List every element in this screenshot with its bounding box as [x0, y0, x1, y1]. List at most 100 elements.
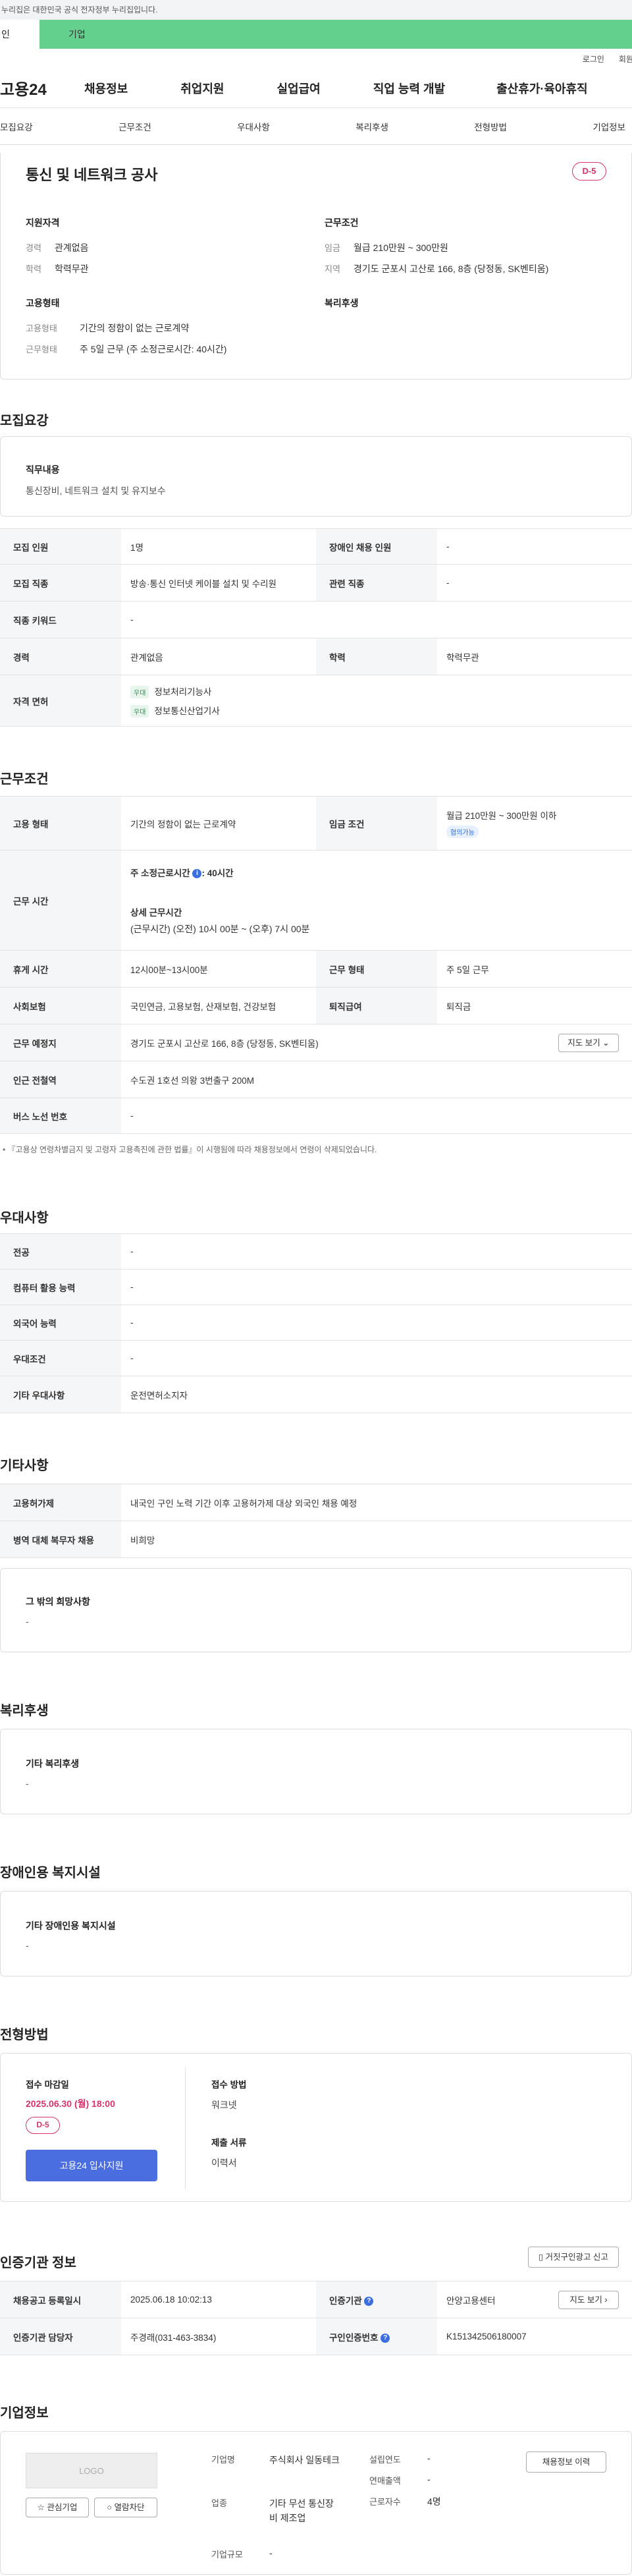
snb-recruit[interactable]: 모집요강: [0, 120, 33, 133]
worktype-label: 근무형태: [26, 345, 57, 354]
other-wishes-box: 그 밖의 희망사항 -: [0, 1568, 632, 1652]
bus-value: -: [121, 1098, 632, 1134]
gnb-item-support[interactable]: 취업지원: [180, 80, 224, 97]
keyword-value: -: [121, 601, 632, 638]
preferred-tag: 우대: [130, 685, 149, 698]
method-label: 접수 방법: [211, 2080, 247, 2090]
sales-value: -: [427, 2474, 431, 2484]
gnb-item-unemployment[interactable]: 실업급여: [277, 80, 321, 97]
org-text: 안양고용센터: [446, 2295, 496, 2306]
site-logo[interactable]: 고용24: [0, 76, 84, 99]
language-label: 외국어 능력: [0, 1304, 121, 1341]
computer-value: -: [121, 1269, 632, 1305]
location-label: 지역: [325, 264, 340, 274]
conditions-table: 고용 형태 기간의 정함이 없는 근로계약 임금 조건 월급 210만원 ~ 3…: [0, 796, 632, 1134]
place-label: 근무 예정지: [0, 1024, 121, 1061]
snb-conditions[interactable]: 근무조건: [118, 120, 151, 133]
bus-label: 버스 노선 번호: [0, 1098, 121, 1134]
preference-table: 전공 - 컴퓨터 활용 능력 - 외국어 능력 - 우대조건 - 기타 우대사항 운전면허…: [0, 1233, 632, 1413]
block-button[interactable]: ○ 열람차단: [94, 2498, 157, 2517]
agency-map-button[interactable]: 지도 보기 ›: [558, 2291, 619, 2309]
hours-label: 근무 시간: [0, 850, 121, 951]
disabled-fac-section-title: 장애인용 복지시설: [0, 1866, 101, 1880]
license-value: 우대 정보처리기능사 우대 정보통신산업기사: [121, 675, 632, 727]
info-icon[interactable]: ?: [364, 2296, 374, 2306]
report-button[interactable]: ▯ 거짓구인광고 신고: [528, 2247, 619, 2268]
qualification-title: 지원자격: [26, 217, 60, 228]
snb-process[interactable]: 전형방법: [474, 120, 507, 133]
cert-id-value: K151342506180007: [437, 2318, 632, 2355]
weekly-hours-value: : 40시간: [201, 868, 234, 878]
conditions-section-title: 근무조건: [0, 772, 49, 787]
welfare-title: 복리후생: [325, 298, 359, 308]
org-value: 안양고용센터 지도 보기 ›: [437, 2281, 632, 2318]
edu-label: 학력: [316, 638, 437, 675]
join-link[interactable]: 회원: [619, 53, 632, 65]
negotiable-tag: 협의가능: [446, 826, 479, 838]
employ-title: 고용형태: [26, 298, 60, 308]
job-content-title: 직무내용: [26, 464, 60, 475]
welfare-box-value: -: [26, 1778, 29, 1789]
manager-value: 주경래(031-463-3834): [121, 2318, 316, 2355]
scale-label: 기업규모: [211, 2550, 243, 2560]
favorite-button[interactable]: ☆ 관심기업: [26, 2498, 89, 2517]
disabled-fac-box: 기타 장애인용 복지시설 -: [0, 1891, 632, 1976]
info-icon[interactable]: i: [192, 868, 202, 878]
hire-permit-label: 고용허가제: [0, 1484, 121, 1521]
license-item: 정보처리기능사: [154, 686, 212, 697]
info-icon[interactable]: ?: [381, 2333, 390, 2343]
login-link[interactable]: 로그인: [583, 53, 604, 65]
gnb-item-parental[interactable]: 출산휴가·육아휴직: [496, 80, 587, 97]
place-text: 경기도 군포시 고산로 166, 8층 (당정동, SK벤티움): [130, 1038, 319, 1049]
license-item: 정보통신산업기사: [154, 706, 220, 716]
map-button[interactable]: 지도 보기 ⌄: [558, 1034, 619, 1052]
cert-id-label: 구인인증번호 ?: [316, 2318, 437, 2355]
insurance-label: 사회보험: [0, 987, 121, 1024]
age-notice-text: 『고용상 연령차별금지 및 고령자 고용촉진에 관한 법률』이 시행됨에 따라 …: [7, 1145, 377, 1154]
summary-card: 통신 및 네트워크 공사 D-5 지원자격 경력 관계없음 학력 학력무관 근무…: [0, 153, 632, 379]
exp-label: 경력: [0, 638, 121, 675]
agency-table: 채용공고 등록일시 2025.06.18 10:02:13 인증기관 ? 안양고…: [0, 2281, 632, 2355]
agency-section-title: 인증기관 정보: [0, 2256, 76, 2270]
other-wishes-value: -: [26, 1616, 29, 1627]
etc-section-title: 기타사항: [0, 1459, 49, 1473]
deadline-value: 2025.06.30 (월) 18:00: [26, 2098, 115, 2109]
location-value: 경기도 군포시 고산로 166, 8층 (당정동, SK벤티움): [354, 264, 549, 274]
employ-label: 고용형태: [26, 323, 57, 333]
block-icon: ○: [107, 2503, 113, 2512]
org-label-text: 인증기관: [329, 2295, 362, 2306]
keyword-label: 직종 키워드: [0, 601, 121, 638]
gnb-item-jobs[interactable]: 채용정보: [84, 80, 128, 97]
age-notice: • 『고용상 연령차별금지 및 고령자 고용촉진에 관한 법률』이 시행됨에 따…: [3, 1144, 377, 1155]
apply-button[interactable]: 고용24 입사지원: [26, 2150, 157, 2181]
condition-title: 근무조건: [325, 217, 359, 228]
welfare-box: 기타 복리후생 -: [0, 1729, 632, 1814]
agency-map-label: 지도 보기: [569, 2295, 602, 2305]
disabled-count-value: -: [437, 528, 632, 565]
map-button-label: 지도 보기: [567, 1038, 600, 1048]
type-label: 고용 형태: [0, 796, 121, 851]
org-label: 인증기관 ?: [316, 2281, 437, 2318]
wage-cond-label: 임금 조건: [316, 796, 437, 851]
count-label: 모집 인원: [0, 528, 121, 565]
disabled-fac-title: 기타 장애인용 복지시설: [26, 1920, 116, 1931]
gnb-item-training[interactable]: 직업 능력 개발: [373, 80, 445, 97]
experience-label: 경력: [26, 243, 41, 253]
military-value: 비희망: [121, 1521, 632, 1558]
hiring-history-button[interactable]: 채용정보 이력: [526, 2451, 606, 2473]
snb-company[interactable]: 기업정보: [592, 120, 625, 133]
tab-business[interactable]: 기업: [40, 20, 632, 49]
disabled-count-label: 장애인 채용 인원: [316, 528, 437, 565]
break-label: 휴게 시간: [0, 950, 121, 988]
bullet-icon: •: [3, 1145, 8, 1154]
utility-links: 로그인 회원: [0, 49, 632, 69]
language-value: -: [121, 1304, 632, 1341]
tab-individual[interactable]: 인: [0, 20, 40, 49]
snb-preference[interactable]: 우대사항: [237, 120, 270, 133]
snb-welfare[interactable]: 복리후생: [356, 120, 388, 133]
company-box: LOGO ☆ 관심기업 ○ 열람차단 기업명 주식회사 일동테크 업종 기타 무…: [0, 2431, 632, 2575]
divider: [185, 2067, 186, 2189]
block-label: 열람차단: [114, 2503, 145, 2512]
chevron-right-icon: ›: [604, 2295, 608, 2305]
welfare-box-title: 기타 복리후생: [26, 1758, 80, 1769]
